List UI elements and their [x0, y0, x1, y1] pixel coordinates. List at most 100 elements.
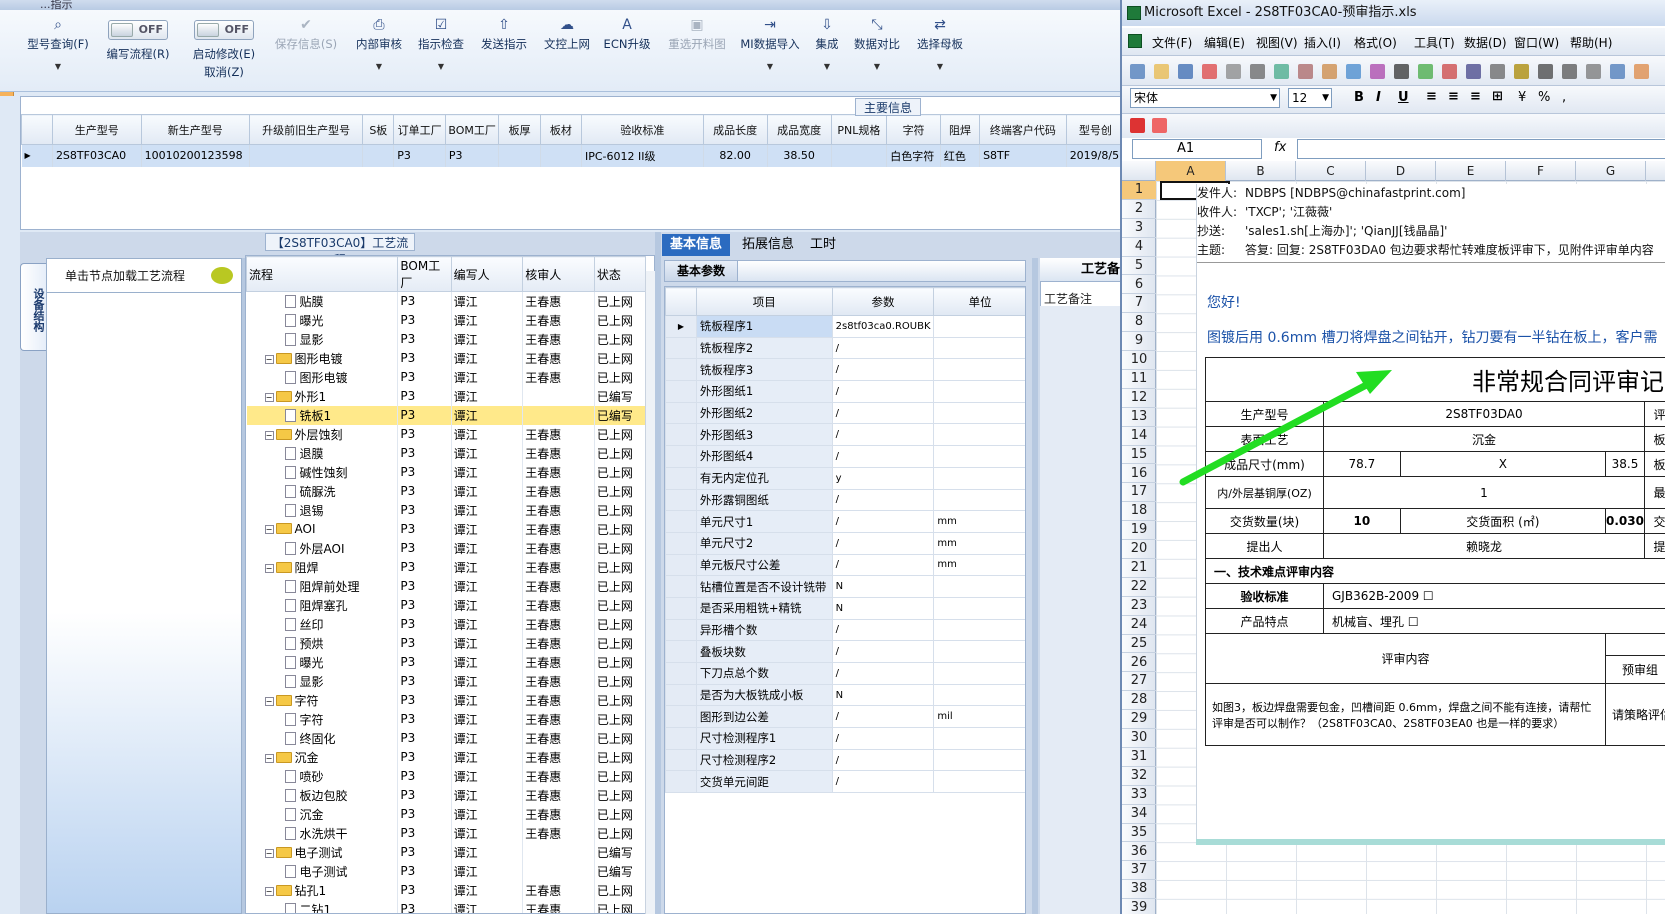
collapse-icon[interactable]: −	[264, 753, 274, 763]
column-header[interactable]: 成品宽度	[766, 114, 832, 145]
align-left-icon[interactable]: ≡	[1426, 89, 1437, 104]
collapse-icon[interactable]: −	[264, 392, 274, 402]
tree-scrollbar[interactable]	[645, 271, 655, 914]
param-unit[interactable]	[933, 380, 1025, 403]
name-box[interactable]: A1	[1132, 139, 1262, 159]
middle-splitter[interactable]	[655, 232, 661, 914]
column-header-G[interactable]: G	[1576, 161, 1646, 181]
toolbar-button-13[interactable]: ⇄ 选择母板 ▼	[912, 10, 968, 92]
main-cell[interactable]	[249, 144, 364, 167]
column-header[interactable]: 板材	[539, 114, 582, 145]
tree-row[interactable]: 退锡 P3 谭江 王春惠 已上网	[246, 500, 647, 520]
param-unit[interactable]	[933, 748, 1025, 772]
param-row[interactable]: 异形槽个数 /	[665, 618, 1025, 642]
tree-row[interactable]: 显影 P3 谭江 王春惠 已上网	[246, 671, 647, 691]
row-indicator[interactable]	[665, 510, 697, 533]
toolbar-button-2[interactable]: OFF 启动修改(E) 取消(Z)	[185, 10, 263, 92]
param-unit[interactable]	[933, 401, 1025, 425]
column-header[interactable]: 订单工厂	[393, 114, 446, 145]
sort-desc-icon[interactable]	[1562, 64, 1577, 79]
craft-note-area[interactable]	[1040, 306, 1126, 914]
column-header[interactable]: PNL规格	[830, 114, 888, 145]
param-value[interactable]: 2s8tf03ca0.ROUBK	[831, 315, 935, 338]
menu-item[interactable]: 窗口(W)	[1514, 34, 1559, 51]
tree-row[interactable]: 阻焊前处理 P3 谭江 王春惠 已上网	[246, 576, 647, 596]
row-header-21[interactable]: 21	[1122, 559, 1156, 578]
param-row[interactable]: 交货单元间距 /	[665, 770, 1025, 794]
merge-icon[interactable]: ⊞	[1492, 89, 1503, 104]
column-header-B[interactable]: B	[1226, 161, 1296, 181]
row-header-4[interactable]: 4	[1122, 238, 1156, 257]
param-row[interactable]: 叠板块数 /	[665, 640, 1025, 663]
formula-bar[interactable]	[1297, 139, 1665, 159]
row-header-13[interactable]: 13	[1122, 408, 1156, 427]
column-header-F[interactable]: F	[1506, 161, 1576, 181]
menu-item[interactable]: 文件(F)	[1152, 34, 1192, 51]
row-indicator[interactable]	[665, 770, 697, 794]
row-header-24[interactable]: 24	[1122, 616, 1156, 635]
off-toggle-icon[interactable]: OFF	[194, 20, 254, 40]
param-row[interactable]: 下刀点总个数 /	[665, 662, 1025, 685]
param-value[interactable]: /	[831, 531, 935, 555]
node-panel-header[interactable]: 单击节点加载工艺流程	[47, 259, 241, 293]
row-header-31[interactable]: 31	[1122, 748, 1156, 767]
row-header-28[interactable]: 28	[1122, 691, 1156, 711]
undo-icon[interactable]	[1442, 64, 1457, 79]
param-value[interactable]: /	[831, 358, 935, 382]
row-indicator[interactable]	[665, 531, 697, 555]
select-all-corner[interactable]	[1122, 161, 1156, 181]
hyperlink-icon[interactable]	[1490, 64, 1505, 79]
collapse-icon[interactable]: −	[264, 430, 274, 440]
font-size-select[interactable]: 12 ▼	[1288, 88, 1332, 108]
param-unit[interactable]	[933, 683, 1025, 707]
column-header[interactable]: 验收标准	[580, 114, 704, 145]
row-header-1[interactable]: 1	[1122, 181, 1156, 200]
param-value[interactable]: /	[831, 640, 935, 663]
param-value[interactable]: /	[831, 510, 935, 533]
craft-header[interactable]: 工艺备	[1040, 258, 1126, 282]
tree-row[interactable]: 硫脲洗 P3 谭江 王春惠 已上网	[246, 481, 647, 501]
function-icon[interactable]: fx	[1274, 140, 1286, 155]
collapse-icon[interactable]: −	[264, 354, 274, 364]
sum-icon[interactable]	[1514, 64, 1529, 79]
menu-item[interactable]: 帮助(H)	[1570, 34, 1612, 51]
align-right-icon[interactable]: ≡	[1470, 89, 1481, 104]
main-cell[interactable]	[540, 144, 582, 167]
chevron-down-icon[interactable]: ▼	[350, 62, 408, 71]
column-header-A[interactable]: A	[1156, 161, 1226, 181]
param-row[interactable]: 尺寸检测程序1/	[665, 727, 1025, 750]
column-header-C[interactable]: C	[1296, 161, 1366, 181]
row-header-2[interactable]: 2	[1122, 200, 1156, 219]
row-header-26[interactable]: 26	[1122, 654, 1156, 673]
row-header-8[interactable]: 8	[1122, 313, 1156, 333]
param-column-header[interactable]: 参数	[831, 287, 935, 316]
param-value[interactable]: /	[831, 336, 935, 360]
toolbar-button-6[interactable]: ⇧ 发送指示	[474, 10, 534, 92]
pdf-settings-icon[interactable]	[1152, 118, 1167, 133]
menu-item[interactable]: 工具(T)	[1414, 34, 1455, 51]
off-toggle-icon[interactable]: OFF	[108, 20, 168, 40]
param-row[interactable]: 铣板程序2/	[665, 336, 1025, 360]
param-unit[interactable]	[933, 336, 1025, 360]
column-header[interactable]: 成品长度	[702, 114, 768, 145]
param-value[interactable]: /	[831, 748, 935, 772]
basic-params-title[interactable]: 基本参数	[665, 261, 739, 281]
align-center-icon[interactable]: ≡	[1448, 89, 1459, 104]
row-indicator[interactable]	[665, 748, 697, 772]
tree-row[interactable]: 字符 P3 谭江 王春惠 已上网	[246, 709, 647, 729]
tree-row[interactable]: 阻焊塞孔 P3 谭江 王春惠 已上网	[246, 595, 647, 615]
row-selector[interactable]: ▶	[21, 144, 53, 167]
row-indicator[interactable]	[665, 466, 697, 490]
preview-icon[interactable]	[1274, 64, 1289, 79]
param-unit[interactable]	[933, 575, 1025, 598]
menu-item[interactable]: 格式(O)	[1354, 34, 1397, 51]
row-indicator[interactable]	[665, 380, 697, 403]
tree-column-header[interactable]: 状态	[593, 256, 647, 292]
paste-icon[interactable]	[1394, 64, 1409, 79]
row-indicator[interactable]	[665, 445, 697, 468]
tree-row[interactable]: − AOI P3 谭江 王春惠 已上网	[246, 519, 647, 539]
tree-row[interactable]: 显影 P3 谭江 王春惠 已上网	[246, 329, 647, 349]
chart-icon[interactable]	[1586, 64, 1601, 79]
param-value[interactable]: /	[831, 445, 935, 468]
row-indicator[interactable]	[665, 575, 697, 598]
